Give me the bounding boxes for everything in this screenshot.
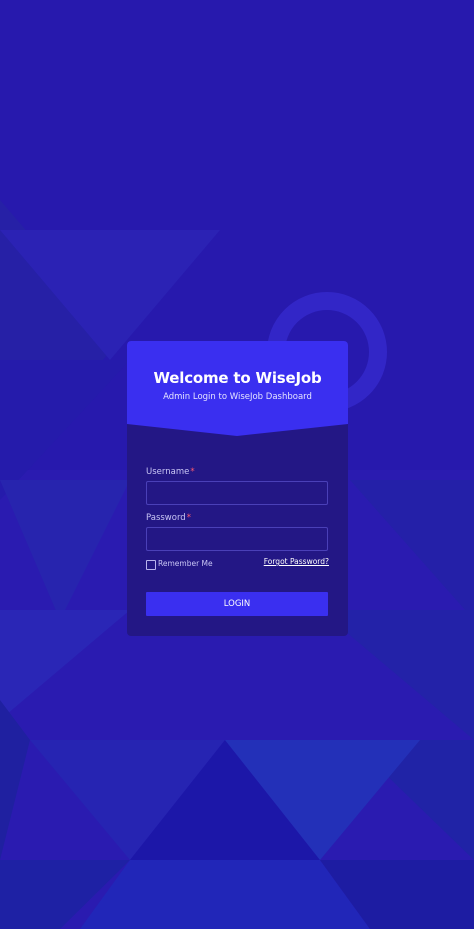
login-card: Welcome to WiseJob Admin Login to WiseJo…	[127, 341, 348, 636]
card-header: Welcome to WiseJob Admin Login to WiseJo…	[127, 341, 348, 436]
required-mark: *	[186, 513, 191, 523]
remember-me-label[interactable]: Remember Me	[158, 559, 213, 568]
password-input[interactable]	[146, 527, 328, 551]
header-banner-shape	[127, 341, 348, 436]
password-label: Password*	[146, 513, 191, 523]
username-input[interactable]	[146, 481, 328, 505]
remember-me-checkbox[interactable]	[146, 560, 156, 570]
page-title: Welcome to WiseJob	[153, 369, 322, 387]
password-label-text: Password	[146, 513, 186, 523]
page-subtitle: Admin Login to WiseJob Dashboard	[163, 392, 312, 402]
required-mark: *	[190, 467, 195, 477]
login-button[interactable]: LOGIN	[146, 592, 328, 616]
username-label: Username*	[146, 467, 195, 477]
forgot-password-link[interactable]: Forgot Password?	[264, 557, 329, 566]
username-label-text: Username	[146, 467, 190, 477]
